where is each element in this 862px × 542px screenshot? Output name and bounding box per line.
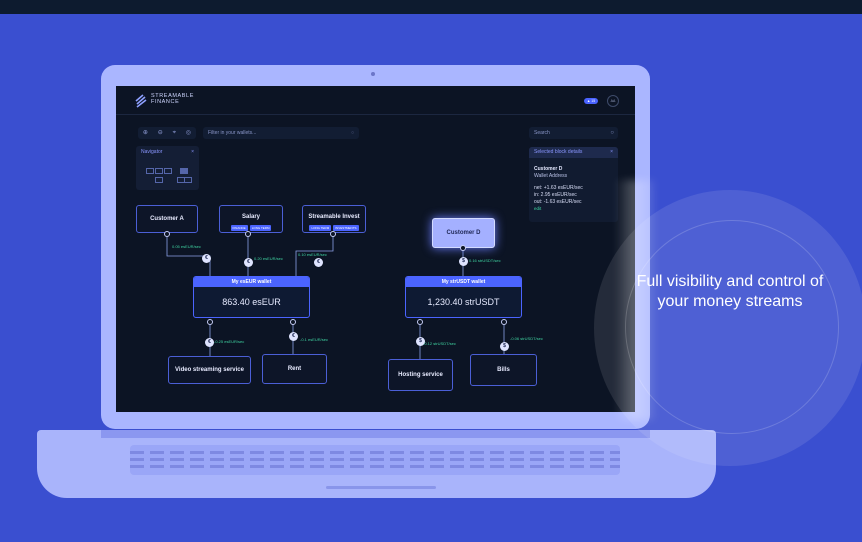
wallet-balance: 1,230.40 strUSDT bbox=[427, 297, 500, 307]
flow-rate-rent: -0.1 esEUR/sec bbox=[300, 337, 329, 342]
app-screen: STREAMABLE FINANCE ▲ 15 AA ⊕ ⊖ ⌖ ◎ Filte… bbox=[116, 86, 635, 412]
connector-dot bbox=[501, 319, 507, 325]
wallet-balance: 863.40 esEUR bbox=[222, 297, 281, 307]
destination-video-streaming[interactable]: Video streaming service bbox=[168, 356, 251, 384]
destination-bills[interactable]: Bills bbox=[470, 354, 537, 386]
euro-badge-icon: € bbox=[244, 258, 253, 267]
tag-long-term: LONG TERM bbox=[309, 225, 332, 231]
flow-rate-customer-a: 0.05 esEUR/sec bbox=[172, 244, 201, 249]
tag-investments: INVESTMENTS bbox=[333, 225, 359, 231]
connector-dot bbox=[460, 245, 466, 251]
euro-badge-icon: € bbox=[205, 338, 214, 347]
euro-badge-icon: € bbox=[289, 332, 298, 341]
dollar-badge-icon: $ bbox=[459, 257, 468, 266]
flow-rate-video: -0.25 esEUR/sec bbox=[214, 339, 245, 344]
connector-dot bbox=[245, 231, 251, 237]
wallet-eseur[interactable]: My esEUR wallet 863.40 esEUR bbox=[193, 276, 310, 318]
wallet-strusdt[interactable]: My strUSDT wallet 1,230.40 strUSDT bbox=[405, 276, 522, 318]
connector-dot bbox=[290, 319, 296, 325]
dollar-badge-icon: $ bbox=[500, 342, 509, 351]
flow-rate-customer-d: 0.16 strUSDT/sec bbox=[469, 258, 501, 263]
camera-icon bbox=[371, 72, 375, 76]
tag-long-term: LONG TERM bbox=[249, 225, 272, 231]
source-salary[interactable]: Salary FINANCE LONG TERM bbox=[219, 205, 283, 233]
connector-dot bbox=[207, 319, 213, 325]
euro-badge-icon: € bbox=[202, 254, 211, 263]
page-top-strip bbox=[0, 0, 862, 14]
hero-tagline: Full visibility and control of your mone… bbox=[636, 273, 824, 310]
connector-dot bbox=[330, 231, 336, 237]
keyboard bbox=[130, 445, 620, 475]
wallet-title: My strUSDT wallet bbox=[406, 277, 521, 287]
flow-rate-bills: -0.06 strUSDT/sec bbox=[510, 336, 543, 341]
connector-dot bbox=[164, 231, 170, 237]
flow-rate-invest: 0.10 esEUR/sec bbox=[298, 252, 327, 257]
source-customer-d[interactable]: Customer D bbox=[432, 218, 495, 248]
laptop-hinge bbox=[101, 430, 650, 438]
connector-dot bbox=[417, 319, 423, 325]
touchpad-edge bbox=[326, 486, 436, 489]
destination-rent[interactable]: Rent bbox=[262, 354, 327, 384]
flow-rate-hosting: -0.12 strUSDT/sec bbox=[423, 341, 456, 346]
euro-badge-icon: € bbox=[314, 258, 323, 267]
flow-rate-salary: 0.20 esEUR/sec bbox=[254, 256, 283, 261]
glass-ring bbox=[625, 220, 839, 434]
tag-finance: FINANCE bbox=[230, 225, 248, 231]
destination-hosting[interactable]: Hosting service bbox=[388, 359, 453, 391]
source-streamable-invest[interactable]: Streamable Invest LONG TERM INVESTMENTS bbox=[302, 205, 366, 233]
wallet-title: My esEUR wallet bbox=[194, 277, 309, 287]
source-customer-a[interactable]: Customer A bbox=[136, 205, 198, 233]
